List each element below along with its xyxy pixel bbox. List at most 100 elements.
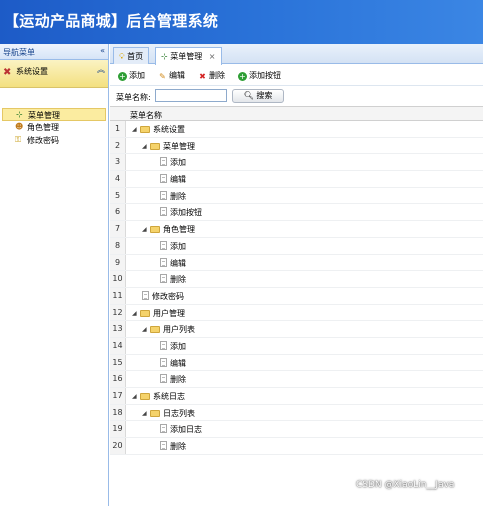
row-number: 15 [110,354,126,371]
file-icon [160,174,167,184]
accordion-label: 系统设置 [16,67,48,76]
menu-name-label: 编辑 [170,358,186,368]
menu-name-cell: ◢ 角色管理 [142,224,195,235]
search-label: 菜单名称: [116,93,151,102]
table-row[interactable]: 3 添加 [110,154,483,172]
table-row[interactable]: 19 添加日志 [110,421,483,439]
table-row[interactable]: 8 添加 [110,237,483,255]
table-row[interactable]: 13 ◢ 用户列表 [110,321,483,338]
chevron-up-icon[interactable]: ︽ [97,64,105,75]
menu-name-label: 删除 [170,191,186,201]
nav-item-change-password[interactable]: ⚿ 修改密码 [2,134,106,147]
menu-name-cell: ◢ 用户列表 [142,324,195,335]
add-button[interactable]: + 添加 [118,70,145,81]
table-row[interactable]: 17 ◢ 系统日志 [110,388,483,405]
table-row[interactable]: 2 ◢ 菜单管理 [110,137,483,155]
accordion-system-settings[interactable]: ✖ 系统设置 ︽ [0,60,108,88]
users-icon: ☻ [15,122,24,131]
menu-name-label: 添加 [170,158,186,168]
pencil-icon: ✎ [159,72,166,81]
menu-name-label: 用户列表 [163,325,195,335]
file-icon [160,257,167,267]
search-button[interactable]: 🔍︎ 搜索 [232,89,284,103]
menu-name-label: 添加 [170,241,186,251]
file-icon [160,424,167,434]
table-row[interactable]: 12 ◢ 用户管理 [110,304,483,322]
table-row[interactable]: 15 编辑 [110,354,483,372]
row-number: 6 [110,204,126,221]
table-row[interactable]: 1 ◢ 系统设置 [110,121,483,138]
edit-label: 编辑 [169,71,185,80]
row-number: 10 [110,271,126,287]
menu-name-cell: 添加 [160,157,186,168]
folder-icon [150,409,160,417]
tree-grid: 菜单名称 1 ◢ 系统设置 2 ◢ 菜单管理 3 添加 4 编辑 5 删除 6 添加按钮 7 ◢ 角色管理 8 添加… [110,106,483,455]
search-icon: 🔍︎ [243,91,254,100]
menu-name-label: 编辑 [170,175,186,185]
table-row[interactable]: 11 修改密码 [110,287,483,305]
edit-button[interactable]: ✎ 编辑 [158,70,185,81]
table-row[interactable]: 18 ◢ 日志列表 [110,404,483,422]
add-button-label: 添加按钮 [249,71,281,80]
add-label: 添加 [129,71,145,80]
menu-name-cell: ◢ 菜单管理 [142,141,195,152]
file-icon [160,357,167,367]
tab-home[interactable]: 💡︎ 首页 [113,47,150,64]
table-row[interactable]: 20 删除 [110,438,483,455]
wrench-icon: ✖ [3,67,12,78]
table-row[interactable]: 10 删除 [110,271,483,288]
menu-name-cell: 编辑 [160,257,186,269]
row-number: 17 [110,388,126,404]
expand-toggle-icon[interactable]: ◢ [132,310,140,317]
expand-toggle-icon[interactable]: ◢ [132,126,140,133]
table-row[interactable]: 5 删除 [110,187,483,205]
tab-bar: 💡︎ 首页 ⊹ 菜单管理 × [110,44,483,65]
plus-icon: + [238,72,247,81]
menu-name-cell: 删除 [160,441,186,452]
file-icon [160,374,167,384]
menu-name-label: 日志列表 [163,408,195,418]
menu-name-label: 添加按钮 [170,208,202,218]
row-number: 1 [110,121,126,137]
expand-toggle-icon[interactable]: ◢ [132,393,140,400]
menu-name-label: 用户管理 [153,308,185,318]
folder-icon [150,226,160,234]
expand-toggle-icon[interactable]: ◢ [142,326,150,333]
expand-toggle-icon[interactable]: ◢ [142,226,150,233]
close-icon[interactable]: × [209,52,216,61]
file-icon [160,274,167,284]
nav-item-menu-management[interactable]: ⊹ 菜单管理 [2,108,106,121]
app-title: 【运动产品商城】后台管理系统 [4,12,219,30]
nav-item-role-management[interactable]: ☻ 角色管理 [2,121,106,134]
search-input[interactable] [155,89,227,102]
lightbulb-icon: 💡︎ [119,52,125,61]
add-button-button[interactable]: + 添加按钮 [238,70,281,81]
menu-name-cell: 添加日志 [160,424,202,435]
table-row[interactable]: 9 编辑 [110,254,483,272]
column-header[interactable]: 菜单名称 [130,110,162,121]
search-button-label: 搜索 [256,91,273,100]
menu-name-cell: ◢ 系统设置 [132,124,185,135]
folder-icon [150,142,160,150]
file-icon [160,441,167,451]
table-row[interactable]: 7 ◢ 角色管理 [110,221,483,238]
tab-menu-management[interactable]: ⊹ 菜单管理 × [155,47,222,65]
table-row[interactable]: 6 添加按钮 [110,204,483,222]
row-number: 3 [110,154,126,171]
nav-item-label: 角色管理 [27,123,59,132]
delete-button[interactable]: ✖ 删除 [198,70,225,81]
table-row[interactable]: 14 添加 [110,337,483,355]
tab-label: 菜单管理 [170,52,203,61]
sitemap-icon: ⊹ [161,52,168,61]
nav-item-label: 修改密码 [27,136,59,145]
row-number: 4 [110,171,126,187]
table-row[interactable]: 4 编辑 [110,171,483,188]
menu-name-label: 添加 [170,341,186,351]
expand-toggle-icon[interactable]: ◢ [142,410,150,417]
menu-name-label: 删除 [170,275,186,285]
menu-name-label: 删除 [170,375,186,385]
expand-toggle-icon[interactable]: ◢ [142,143,150,150]
table-row[interactable]: 16 删除 [110,371,483,388]
row-number: 20 [110,438,126,454]
collapse-icon[interactable]: « [100,46,105,55]
